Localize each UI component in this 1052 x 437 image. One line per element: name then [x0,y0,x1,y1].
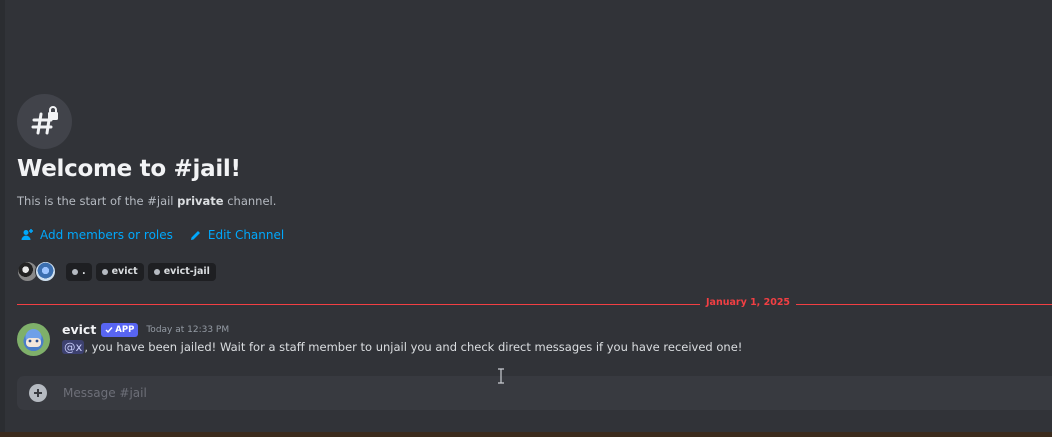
user-mention[interactable]: @x [62,340,85,354]
date-divider [17,304,1052,305]
edit-channel-button[interactable]: Edit Channel [189,228,284,242]
role-list: . evict evict-jail [66,262,216,281]
role-color-dot [101,268,108,275]
channel-intro-bold: private [177,194,224,208]
hash-lock-icon [17,94,72,149]
pencil-icon [190,230,200,240]
message-header: evict APP Today at 12:33 PM [62,322,229,337]
bottom-edge [0,432,1052,437]
add-members-button[interactable]: Add members or roles [20,228,173,242]
channel-members: . evict evict-jail [17,261,216,282]
role-pill[interactable]: . [66,262,92,281]
member-avatar[interactable] [35,261,56,282]
date-divider-label: January 1, 2025 [700,297,797,308]
channel-intro-prefix: This is the start of the #jail [17,194,178,208]
role-color-dot [153,268,160,275]
avatar[interactable] [17,323,50,356]
channel-intro-suffix: channel. [223,194,277,208]
role-label: evict [111,266,138,277]
channel-intro: This is the start of the #jail private c… [17,194,276,208]
edit-channel-label: Edit Channel [207,228,285,242]
app-badge-label: APP [115,324,135,335]
role-label: evict-jail [163,266,210,277]
text-cursor-icon [498,368,504,384]
role-color-dot [72,268,78,275]
message-input[interactable] [61,385,1052,401]
message-content: @x, you have been jailed! Wait for a sta… [62,340,742,354]
message-timestamp[interactable]: Today at 12:33 PM [146,325,229,335]
check-icon [105,326,113,333]
role-pill[interactable]: evict-jail [147,262,216,281]
channel-actions: Add members or roles Edit Channel [20,228,284,242]
message-author[interactable]: evict [62,322,96,337]
sidebar-edge [0,0,5,432]
add-attachment-button[interactable] [29,384,47,402]
message-text: , you have been jailed! Wait for a staff… [84,340,743,354]
message-composer [17,376,1052,410]
page-title: Welcome to #jail! [17,156,241,182]
plus-icon [34,389,42,397]
add-members-label: Add members or roles [40,228,173,242]
add-member-icon [21,229,33,240]
app-badge: APP [101,322,139,337]
role-label: . [82,266,86,277]
role-pill[interactable]: evict [95,262,144,281]
